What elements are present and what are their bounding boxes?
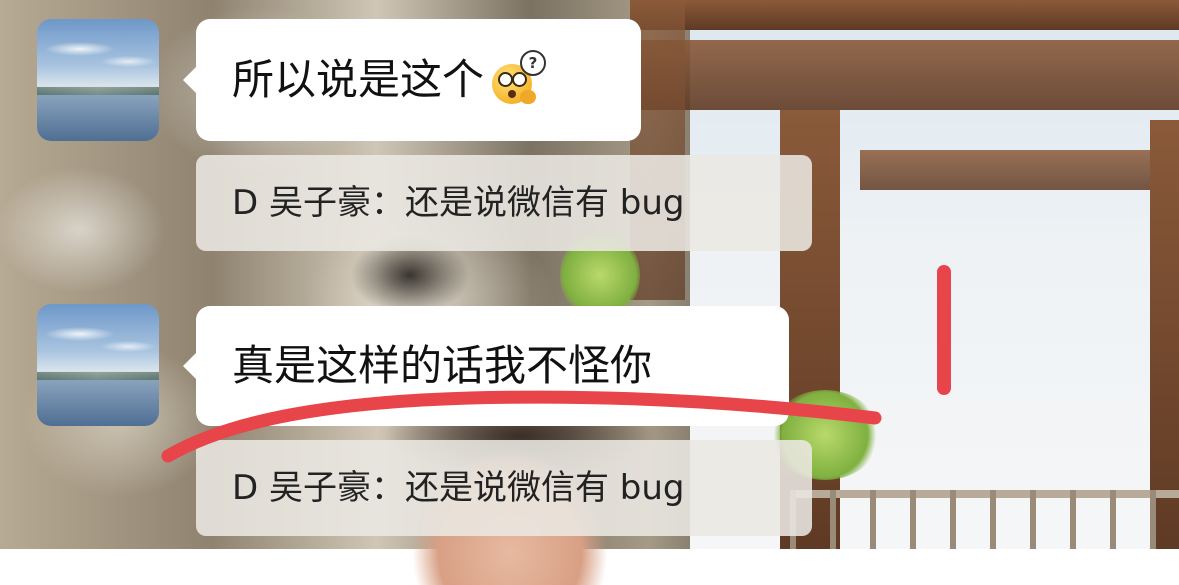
message-text: 真是这样的话我不怪你 bbox=[232, 341, 653, 390]
message-bubble[interactable]: 所以说是这个 ? bbox=[183, 19, 641, 141]
message-text: 所以说是这个 bbox=[232, 55, 485, 104]
sender-avatar[interactable] bbox=[37, 19, 159, 141]
quoted-message-text: D 吴子豪：还是说微信有 bug bbox=[232, 468, 685, 508]
quoted-message-text: D 吴子豪：还是说微信有 bug bbox=[232, 183, 685, 223]
confused-face-question-emoji-icon: ? bbox=[490, 50, 547, 106]
quoted-message[interactable]: D 吴子豪：还是说微信有 bug bbox=[196, 440, 812, 536]
sender-avatar[interactable] bbox=[37, 304, 159, 426]
background-railing bbox=[790, 490, 1179, 549]
quoted-message[interactable]: D 吴子豪：还是说微信有 bug bbox=[196, 155, 812, 251]
message-bubble[interactable]: 真是这样的话我不怪你 bbox=[183, 306, 789, 426]
question-mark: ? bbox=[520, 50, 547, 76]
